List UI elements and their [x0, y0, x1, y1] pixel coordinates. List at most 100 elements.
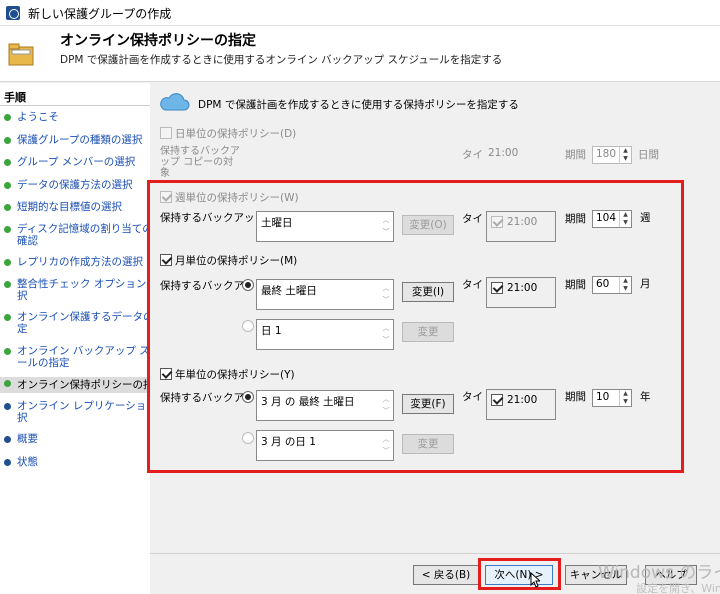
yearly-selection2-text: 3 月 の日 1	[261, 436, 316, 448]
daily-period-spinner[interactable]: 180 ▲ ▼	[592, 146, 632, 164]
weekly-time-checkbox[interactable]	[491, 216, 503, 228]
yearly-period-label: 期間	[565, 391, 586, 403]
monthly-change-button[interactable]: 変更(I)	[402, 282, 454, 302]
step-summary[interactable]: 概要	[4, 433, 150, 445]
step-status-icon	[4, 348, 11, 355]
mouse-cursor-icon	[530, 572, 540, 588]
title-bar: 新しい保護グループの作成	[0, 0, 720, 26]
yearly-retention-checkbox[interactable]	[160, 368, 172, 380]
step-status-icon	[4, 403, 11, 410]
monthly-period-value: 60	[596, 278, 610, 290]
weekly-period-label: 期間	[565, 213, 586, 225]
weekly-retention-checkbox[interactable]	[160, 191, 172, 203]
step-group-type[interactable]: 保護グループの種類の選択	[4, 134, 150, 146]
step-online-schedule[interactable]: オンライン バックアップ スケジュールの指定	[4, 345, 150, 369]
monthly-selection1-box[interactable]: 最終 土曜日 ︿ ﹀	[256, 279, 394, 310]
step-status-icon	[4, 204, 11, 211]
daily-retain-label-line1: 保持するバックア	[160, 146, 240, 157]
step-consistency-check[interactable]: 整合性チェック オプションの選択	[4, 278, 150, 302]
weekly-selection-text: 土曜日	[261, 217, 293, 229]
monthly-selection1-text: 最終 土曜日	[261, 285, 317, 297]
scroll-arrows-icon[interactable]: ︿ ﹀	[381, 393, 391, 418]
yearly-time-label: タイ	[462, 391, 483, 403]
daily-time-value: 21:00	[488, 147, 519, 159]
yearly-time-checkbox[interactable]	[491, 394, 503, 406]
yearly-selection1-text: 3 月 の 最終 土曜日	[261, 396, 355, 408]
monthly-period-spinner[interactable]: 60 ▲ ▼	[592, 276, 632, 294]
weekly-period-value: 104	[596, 212, 617, 224]
weekly-unit: 週	[640, 212, 651, 224]
yearly-selection1-box[interactable]: 3 月 の 最終 土曜日 ︿ ﹀	[256, 390, 394, 421]
monthly-time-value: 21:00	[507, 282, 538, 294]
footer-divider	[150, 553, 720, 554]
yearly-selection2-box[interactable]: 3 月 の日 1 ︿ ﹀	[256, 430, 394, 461]
scroll-arrows-icon[interactable]: ︿ ﹀	[381, 214, 391, 239]
page-subtitle: DPM で保護計画を作成するときに使用するオンライン バックアップ スケジュール…	[60, 54, 503, 66]
step-status-icon	[4, 114, 11, 121]
yearly-period-spinner[interactable]: 10 ▲ ▼	[592, 389, 632, 407]
scroll-arrows-icon[interactable]: ︿ ﹀	[381, 433, 391, 458]
spinner-arrows-icon[interactable]: ▲ ▼	[619, 277, 631, 293]
monthly-time-label: タイ	[462, 279, 483, 291]
yearly-time-box[interactable]: 21:00	[486, 389, 556, 420]
yearly-change-button[interactable]: 変更(F)	[402, 394, 454, 414]
daily-retain-label-line3: 象	[160, 168, 170, 179]
monthly-selection2-box[interactable]: 日 1 ︿ ﹀	[256, 319, 394, 350]
monthly-retain-label: 保持するバックアッ	[160, 280, 255, 292]
main-description: DPM で保護計画を作成するときに使用する保持ポリシーを指定する	[198, 99, 519, 111]
step-status-icon	[4, 459, 11, 466]
yearly-retain-label: 保持するバックアッ	[160, 392, 255, 404]
spinner-arrows-icon[interactable]: ▲ ▼	[619, 211, 631, 227]
daily-unit: 日間	[638, 149, 659, 161]
steps-title: 手順	[4, 91, 26, 104]
weekly-time-value: 21:00	[507, 216, 538, 228]
yearly-option2-radio[interactable]	[242, 432, 254, 444]
scroll-arrows-icon[interactable]: ︿ ﹀	[381, 282, 391, 307]
weekly-change-button[interactable]: 変更(O)	[402, 215, 454, 235]
step-online-data[interactable]: オンライン保護するデータの指定	[4, 311, 150, 335]
weekly-retain-label: 保持するバックアッ	[160, 212, 255, 224]
monthly-time-checkbox[interactable]	[491, 282, 503, 294]
next-button[interactable]: 次へ(N) >	[485, 565, 553, 585]
monthly-option1-radio[interactable]	[242, 279, 254, 291]
back-button[interactable]: < 戻る(B)	[413, 565, 479, 585]
step-status-icon	[4, 436, 11, 443]
weekly-time-box[interactable]: 21:00	[486, 211, 556, 242]
cloud-icon	[160, 93, 190, 111]
step-online-retention[interactable]: オンライン保持ポリシーの指定	[0, 377, 150, 393]
monthly-selection2-text: 日 1	[261, 325, 282, 337]
monthly-change-button-2[interactable]: 変更	[402, 322, 454, 342]
yearly-option1-radio[interactable]	[242, 391, 254, 403]
step-group-members[interactable]: グループ メンバーの選択	[4, 156, 150, 168]
yearly-retention-label: 年単位の保持ポリシー(Y)	[175, 369, 295, 381]
monthly-retention-checkbox[interactable]	[160, 254, 172, 266]
step-short-term-goals[interactable]: 短期的な目標値の選択	[4, 201, 150, 213]
step-status-icon	[4, 380, 11, 387]
yearly-time-value: 21:00	[507, 394, 538, 406]
step-status-icon	[4, 137, 11, 144]
daily-retention-checkbox[interactable]	[160, 127, 172, 139]
weekly-period-spinner[interactable]: 104 ▲ ▼	[592, 210, 632, 228]
step-disk-allocation[interactable]: ディスク記憶域の割り当ての 確認	[4, 223, 150, 247]
daily-time-label: タイ	[462, 149, 483, 161]
scroll-arrows-icon[interactable]: ︿ ﹀	[381, 322, 391, 347]
monthly-option2-radio[interactable]	[242, 320, 254, 332]
app-icon	[6, 6, 20, 20]
step-status[interactable]: 状態	[4, 456, 150, 468]
step-status-icon	[4, 226, 11, 233]
weekly-selection-box[interactable]: 土曜日 ︿ ﹀	[256, 211, 394, 242]
daily-period-value: 180	[596, 148, 617, 160]
step-online-replication[interactable]: オンライン レプリケーションの選択	[4, 400, 150, 424]
monthly-time-box[interactable]: 21:00	[486, 277, 556, 308]
step-replica-method[interactable]: レプリカの作成方法の選択	[4, 256, 150, 268]
page-title: オンライン保持ポリシーの指定	[60, 33, 256, 49]
cancel-button[interactable]: キャンセル	[565, 565, 627, 585]
daily-period-label: 期間	[565, 149, 586, 161]
spinner-arrows-icon[interactable]: ▲ ▼	[619, 390, 631, 406]
step-welcome[interactable]: ようこそ	[4, 111, 150, 123]
window-title: 新しい保護グループの作成	[28, 7, 172, 21]
step-protection-method[interactable]: データの保護方法の選択	[4, 179, 150, 191]
spinner-arrows-icon[interactable]: ▲ ▼	[619, 147, 631, 163]
yearly-change-button-2[interactable]: 変更	[402, 434, 454, 454]
steps-sidebar: 手順 ようこそ 保護グループの種類の選択 グループ メンバーの選択 データの保護…	[0, 83, 150, 594]
